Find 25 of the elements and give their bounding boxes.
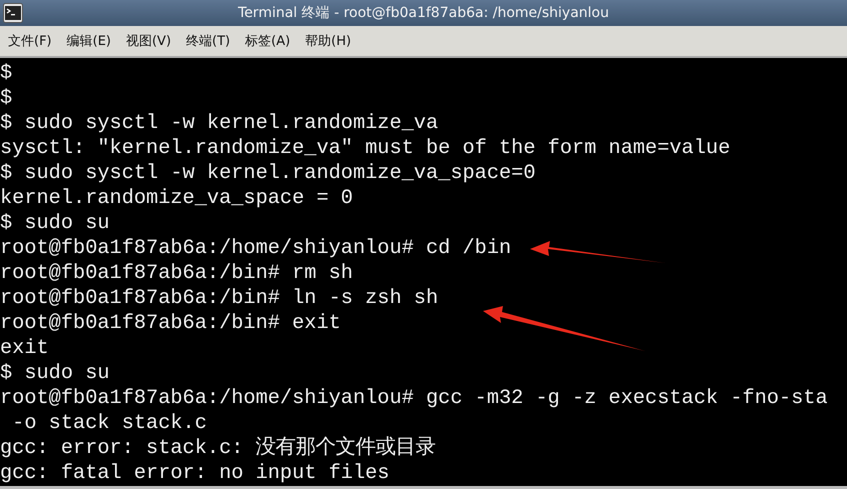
terminal-line: gcc: error: stack.c: 没有那个文件或目录 xyxy=(0,436,436,461)
terminal-line: root@fb0a1f87ab6a:/bin# ln -s zsh sh xyxy=(0,286,438,311)
menu-item[interactable]: 帮助(H) xyxy=(305,32,352,50)
terminal-line: root@fb0a1f87ab6a:/home/shiyanlou# cd /bin xyxy=(0,236,512,261)
terminal-line: sysctl: "kernel.randomize_va" must be of the form name=value xyxy=(0,136,730,161)
terminal-line: root@fb0a1f87ab6a:/home/shiyanlou# gcc -m32 -g -z execstack -fno-sta xyxy=(0,386,828,411)
window-title: Terminal 终端 - root@fb0a1f87ab6a: /home/shiyanlou xyxy=(238,4,609,22)
terminal-line: root@fb0a1f87ab6a:/bin# exit xyxy=(0,311,341,336)
menu-item[interactable]: 视图(V) xyxy=(126,32,172,50)
menu-item[interactable]: 标签(A) xyxy=(245,32,290,50)
terminal-line: gcc: fatal error: no input files xyxy=(0,461,390,486)
terminal-icon[interactable] xyxy=(3,3,23,23)
terminal-line: $ sudo su xyxy=(0,361,110,386)
terminal-line: exit xyxy=(0,336,49,361)
terminal-line: $ sudo su xyxy=(0,211,110,236)
terminal-line: $ xyxy=(0,61,12,86)
terminal-line: $ sudo sysctl -w kernel.randomize_va_space=0 xyxy=(0,161,536,186)
terminal-line: $ sudo sysctl -w kernel.randomize_va xyxy=(0,111,438,136)
terminal-line: $ xyxy=(0,86,12,111)
terminal-line: kernel.randomize_va_space = 0 xyxy=(0,186,353,211)
menu-item[interactable]: 编辑(E) xyxy=(66,32,111,50)
terminal-line: root@fb0a1f87ab6a:/bin# rm sh xyxy=(0,261,353,286)
terminal-line: -o stack stack.c xyxy=(11,411,207,436)
menu-item[interactable]: 终端(T) xyxy=(186,32,230,50)
menu-item[interactable]: 文件(F) xyxy=(8,32,52,50)
